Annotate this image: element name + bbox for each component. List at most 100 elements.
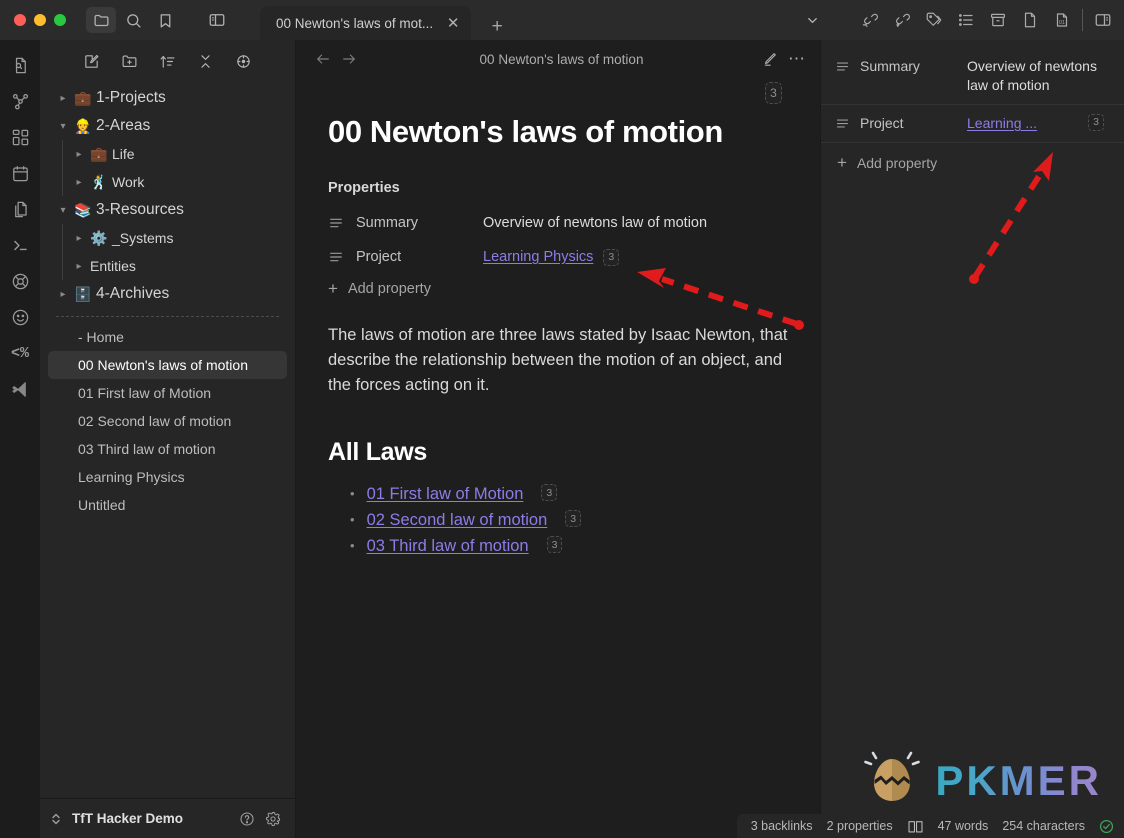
file-icon[interactable] xyxy=(1015,6,1045,34)
chevron-right-icon[interactable]: ▸ xyxy=(72,149,86,160)
navigate-back-button[interactable] xyxy=(310,46,336,72)
file-item-home[interactable]: - Home xyxy=(48,323,287,351)
tree-folder-systems[interactable]: ▸ ⚙️ _Systems xyxy=(48,224,287,252)
chevron-down-icon[interactable]: ▾ xyxy=(56,121,70,132)
vscode-editor-icon[interactable] xyxy=(5,372,35,406)
chevron-down-icon[interactable] xyxy=(799,13,825,28)
file-item-00-newtons-laws[interactable]: 00 Newton's laws of motion xyxy=(48,351,287,379)
link-backlink-count-badge[interactable]: 3 xyxy=(541,484,558,501)
file-search-icon[interactable] xyxy=(5,48,35,82)
toggle-right-sidebar-icon[interactable] xyxy=(1088,6,1118,34)
chevron-right-icon[interactable]: ▸ xyxy=(56,93,70,104)
tree-folder-work[interactable]: ▸ 🕺 Work xyxy=(48,168,287,196)
right-add-property-button[interactable]: + Add property xyxy=(821,143,1124,182)
reading-view-icon[interactable] xyxy=(907,819,924,834)
backlinks-icon[interactable] xyxy=(855,6,885,34)
more-options-icon[interactable]: ⋯ xyxy=(788,50,806,67)
archive-icon[interactable] xyxy=(983,6,1013,34)
tab-item-active[interactable]: 00 Newton's laws of mot... ✕ xyxy=(260,6,472,40)
file-item-02-second-law[interactable]: 02 Second law of motion xyxy=(48,407,287,435)
link-backlink-count-badge[interactable]: 3 xyxy=(1088,114,1104,131)
file-item-03-third-law[interactable]: 03 Third law of motion xyxy=(48,435,287,463)
property-row-project[interactable]: Project Learning Physics 3 xyxy=(328,240,788,274)
tree-folder-life[interactable]: ▸ 💼 Life xyxy=(48,140,287,168)
outline-icon[interactable] xyxy=(951,6,981,34)
right-property-row-project[interactable]: Project Learning ... 3 xyxy=(821,105,1124,143)
minimize-window-button[interactable] xyxy=(34,14,46,26)
help-icon[interactable] xyxy=(239,811,255,827)
bookmark-icon[interactable] xyxy=(150,7,180,33)
right-property-row-summary[interactable]: Summary Overview of newtons law of motio… xyxy=(821,48,1124,105)
property-key-summary[interactable]: Summary xyxy=(328,215,483,231)
status-character-count[interactable]: 254 characters xyxy=(1002,819,1085,833)
right-property-key-summary[interactable]: Summary xyxy=(835,57,967,74)
pencil-icon[interactable] xyxy=(761,51,778,68)
right-property-key-project[interactable]: Project xyxy=(835,114,967,131)
vault-switcher-icon[interactable] xyxy=(50,811,62,827)
folder-icon[interactable] xyxy=(86,7,116,33)
list-item[interactable]: • 03 Third law of motion 3 xyxy=(350,535,788,561)
collapse-all-button[interactable] xyxy=(196,51,216,71)
maximize-window-button[interactable] xyxy=(54,14,66,26)
terminal-icon[interactable] xyxy=(5,228,35,262)
new-tab-button[interactable]: + xyxy=(485,16,509,38)
internal-link-01-first-law[interactable]: 01 First law of Motion xyxy=(367,483,524,505)
property-value-summary[interactable]: Overview of newtons law of motion xyxy=(483,215,707,231)
file-item-learning-physics[interactable]: Learning Physics xyxy=(48,463,287,491)
navigate-forward-button[interactable] xyxy=(336,46,362,72)
tree-folder-4-archives[interactable]: ▸ 🗄️ 4-Archives xyxy=(48,280,287,308)
daily-note-icon[interactable]: 01 xyxy=(1047,6,1077,34)
link-backlink-count-badge[interactable]: 3 xyxy=(565,510,582,527)
internal-link-02-second-law[interactable]: 02 Second law of motion xyxy=(367,509,548,531)
add-property-button[interactable]: + Add property xyxy=(328,280,788,297)
toggle-left-sidebar-icon[interactable] xyxy=(202,7,232,33)
copy-files-icon[interactable] xyxy=(5,192,35,226)
outgoing-links-icon[interactable] xyxy=(887,6,917,34)
settings-gear-icon[interactable] xyxy=(265,811,281,827)
templater-icon[interactable]: <% xyxy=(5,336,35,370)
chevron-right-icon[interactable]: ▸ xyxy=(72,233,86,244)
property-row-summary[interactable]: Summary Overview of newtons law of motio… xyxy=(328,206,788,240)
vault-name[interactable]: TfT Hacker Demo xyxy=(72,811,229,826)
status-word-count[interactable]: 47 words xyxy=(938,819,989,833)
right-property-value-project[interactable]: Learning ... 3 xyxy=(967,114,1110,133)
property-value-project[interactable]: Learning Physics 3 xyxy=(483,248,620,266)
list-item[interactable]: • 01 First law of Motion 3 xyxy=(350,483,788,509)
status-backlinks[interactable]: 3 backlinks xyxy=(751,819,813,833)
tree-folder-1-projects[interactable]: ▸ 💼 1-Projects xyxy=(48,84,287,112)
calendar-icon[interactable] xyxy=(5,156,35,190)
file-item-01-first-law[interactable]: 01 First law of Motion xyxy=(48,379,287,407)
list-item[interactable]: • 02 Second law of motion 3 xyxy=(350,509,788,535)
tree-folder-2-areas[interactable]: ▾ 👷 2-Areas xyxy=(48,112,287,140)
internal-link-learning-physics[interactable]: Learning ... xyxy=(967,114,1037,133)
search-icon[interactable] xyxy=(118,7,148,33)
status-properties[interactable]: 2 properties xyxy=(827,819,893,833)
graph-view-icon[interactable] xyxy=(5,84,35,118)
section-heading-all-laws[interactable]: All Laws xyxy=(328,438,788,467)
title-backlink-count-badge[interactable]: 3 xyxy=(765,82,782,104)
property-key-project[interactable]: Project xyxy=(328,249,483,265)
canvas-icon[interactable] xyxy=(5,120,35,154)
new-note-button[interactable] xyxy=(82,51,102,71)
internal-link-03-third-law[interactable]: 03 Third law of motion xyxy=(367,535,529,557)
chevron-right-icon[interactable]: ▸ xyxy=(72,177,86,188)
right-property-value-summary[interactable]: Overview of newtons law of motion xyxy=(967,57,1110,95)
link-backlink-count-badge[interactable]: 3 xyxy=(603,248,620,266)
sync-ok-icon[interactable] xyxy=(1099,819,1114,834)
chevron-right-icon[interactable]: ▸ xyxy=(72,261,86,272)
tags-icon[interactable] xyxy=(919,6,949,34)
chevron-right-icon[interactable]: ▸ xyxy=(56,289,70,300)
change-sort-order-button[interactable] xyxy=(158,51,178,71)
tree-folder-3-resources[interactable]: ▾ 📚 3-Resources xyxy=(48,196,287,224)
chevron-down-icon[interactable]: ▾ xyxy=(56,205,70,216)
internal-link-learning-physics[interactable]: Learning Physics xyxy=(483,249,593,265)
smiley-icon[interactable] xyxy=(5,300,35,334)
close-window-button[interactable] xyxy=(14,14,26,26)
new-folder-button[interactable] xyxy=(120,51,140,71)
close-icon[interactable]: ✕ xyxy=(445,16,461,31)
note-paragraph[interactable]: The laws of motion are three laws stated… xyxy=(328,323,788,398)
note-title[interactable]: 00 Newton's laws of motion xyxy=(328,114,788,150)
link-backlink-count-badge[interactable]: 3 xyxy=(546,536,563,553)
tree-folder-entities[interactable]: ▸ Entities xyxy=(48,252,287,280)
file-item-untitled[interactable]: Untitled xyxy=(48,491,287,519)
